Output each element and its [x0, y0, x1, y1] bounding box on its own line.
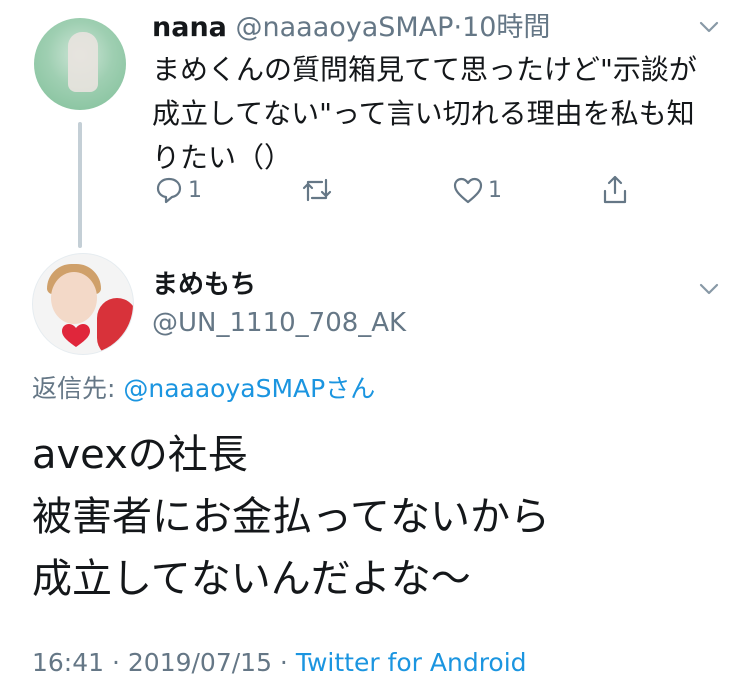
parent-separator: · — [453, 12, 463, 43]
like-icon — [453, 177, 483, 204]
parent-handle[interactable]: @naaaoyaSMAP — [235, 12, 453, 43]
replying-to: 返信先: @naaaoyaSMAPさん — [32, 372, 375, 406]
thread-line — [78, 122, 82, 248]
reply-icon — [156, 177, 182, 204]
tweet-date: 2019/07/15 — [127, 648, 272, 677]
replying-to-link[interactable]: @naaaoyaSMAPさん — [123, 374, 375, 403]
heart-icon — [62, 324, 90, 347]
share-button[interactable] — [600, 170, 630, 210]
parent-tweet-header: nana @naaaoyaSMAP·10時間 — [152, 10, 550, 46]
parent-text-line: まめくんの質問箱見てて思ったけど"示談が — [152, 53, 697, 86]
tweet-meta-footer: 16:41 · 2019/07/15 · Twitter for Android — [32, 646, 527, 680]
parent-time[interactable]: 10時間 — [462, 12, 550, 43]
avatar-background-shape — [97, 298, 133, 354]
footer-separator: · — [104, 648, 128, 677]
tweet-source-link[interactable]: Twitter for Android — [296, 648, 527, 677]
reply-display-name[interactable]: まめもち — [152, 268, 256, 302]
like-count: 1 — [488, 177, 502, 203]
parent-avatar[interactable] — [34, 18, 126, 110]
parent-text-line: 成立してない"って言い切れる理由を私も知 — [152, 97, 695, 130]
chevron-down-icon[interactable] — [698, 16, 720, 38]
parent-display-name[interactable]: nana — [152, 12, 227, 43]
share-icon — [603, 175, 627, 204]
reply-button[interactable]: 1 — [154, 170, 202, 210]
chevron-down-icon[interactable] — [698, 278, 720, 300]
footer-separator: · — [271, 648, 296, 677]
reply-avatar[interactable] — [32, 253, 134, 355]
reply-text-line: 被害者にお金払ってないから — [32, 494, 550, 540]
replying-to-label: 返信先: — [32, 374, 124, 403]
reply-handle[interactable]: @UN_1110_708_AK — [152, 306, 406, 340]
parent-action-bar: 1 1 — [152, 170, 652, 210]
tweet-time: 16:41 — [32, 648, 105, 677]
avatar-figure — [68, 32, 98, 92]
reply-tweet-text: avexの社長 被害者にお金払ってないから 成立してないんだよな〜 — [32, 424, 732, 610]
reply-text-line: 成立してないんだよな〜 — [32, 556, 471, 602]
reply-count: 1 — [188, 177, 202, 203]
reply-text-line: avexの社長 — [32, 432, 248, 478]
retweet-icon — [302, 178, 332, 202]
avatar-face — [51, 272, 97, 324]
parent-tweet-text: まめくんの質問箱見てて思ったけど"示談が 成立してない"って言い切れる理由を私も… — [152, 48, 712, 180]
like-button[interactable]: 1 — [452, 170, 502, 210]
retweet-button[interactable] — [300, 170, 334, 210]
